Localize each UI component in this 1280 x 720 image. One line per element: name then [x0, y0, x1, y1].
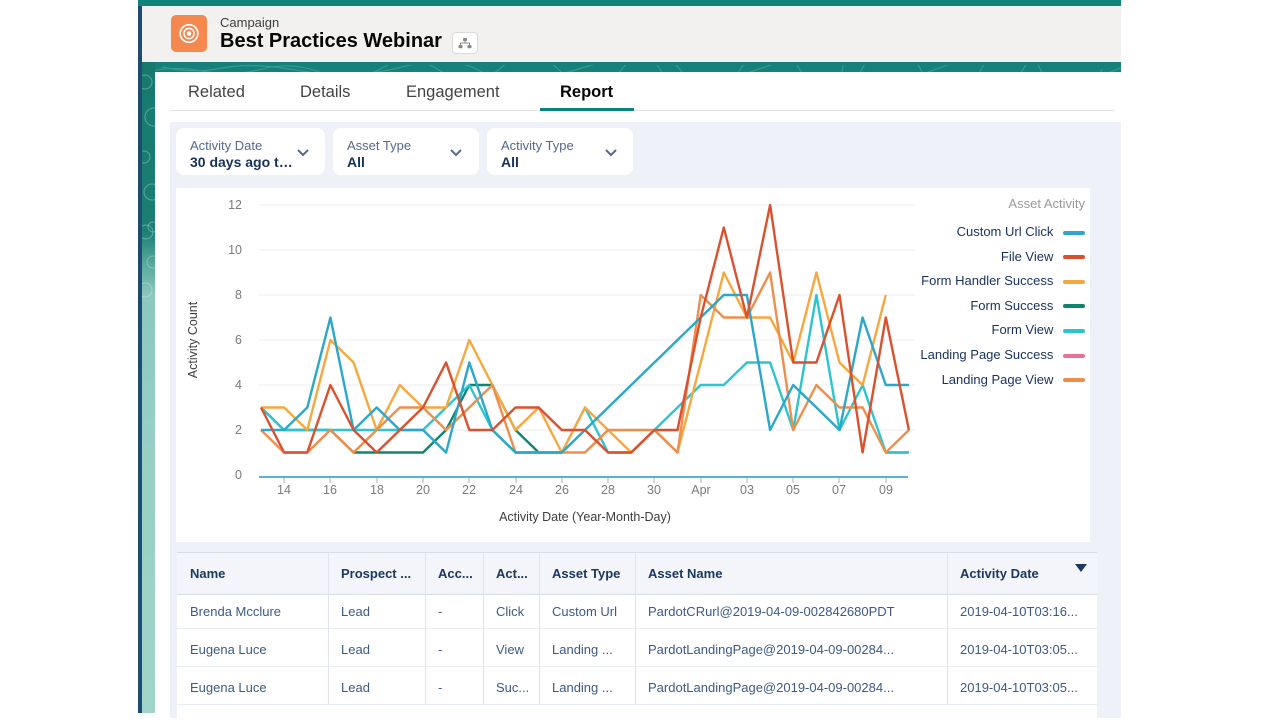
- svg-text:6: 6: [235, 333, 242, 347]
- svg-text:4: 4: [235, 378, 242, 392]
- svg-text:14: 14: [277, 483, 291, 497]
- svg-text:20: 20: [416, 483, 430, 497]
- svg-text:30: 30: [647, 483, 661, 497]
- svg-text:03: 03: [740, 483, 754, 497]
- svg-text:22: 22: [462, 483, 476, 497]
- svg-text:26: 26: [555, 483, 569, 497]
- svg-text:18: 18: [370, 483, 384, 497]
- svg-text:24: 24: [509, 483, 523, 497]
- svg-text:Activity Date (Year-Month-Day): Activity Date (Year-Month-Day): [499, 510, 671, 524]
- svg-text:2: 2: [235, 423, 242, 437]
- svg-text:0: 0: [235, 468, 242, 482]
- svg-text:12: 12: [228, 198, 242, 212]
- svg-text:16: 16: [323, 483, 337, 497]
- svg-text:07: 07: [832, 483, 846, 497]
- svg-text:8: 8: [235, 288, 242, 302]
- svg-text:10: 10: [228, 243, 242, 257]
- svg-text:09: 09: [879, 483, 893, 497]
- svg-text:Activity Count: Activity Count: [186, 301, 200, 378]
- svg-text:05: 05: [786, 483, 800, 497]
- svg-text:Apr: Apr: [691, 483, 710, 497]
- svg-text:28: 28: [601, 483, 615, 497]
